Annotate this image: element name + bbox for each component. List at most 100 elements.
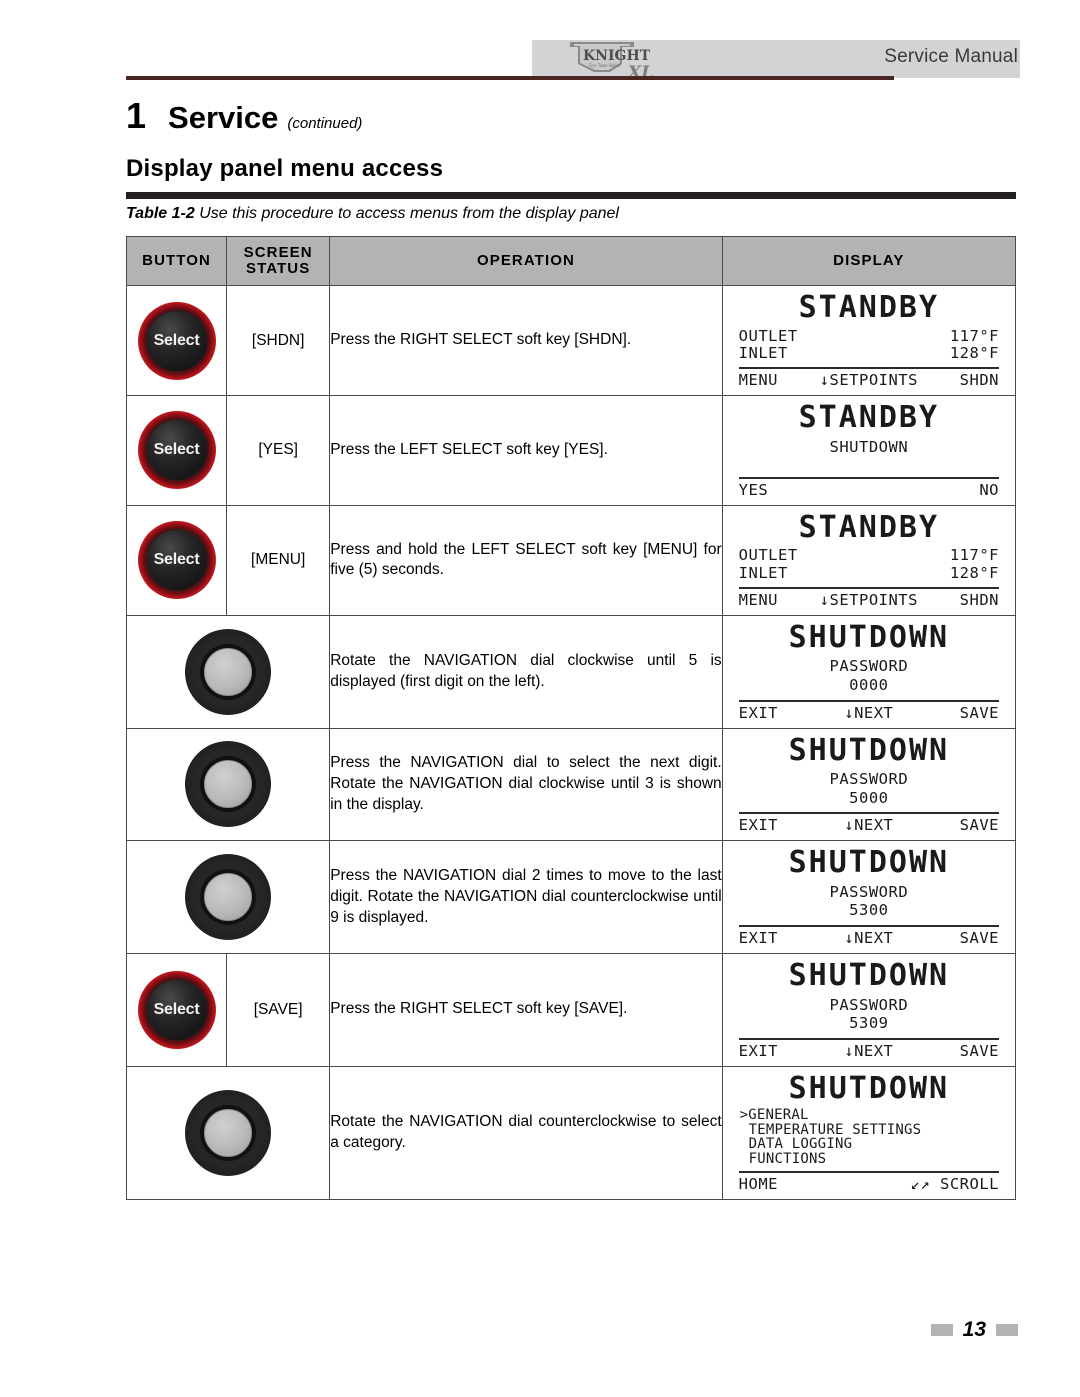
lcd-center-line: 5309 <box>849 1014 889 1033</box>
lcd-status-value: 128°F <box>949 563 999 582</box>
lcd-center-line: PASSWORD <box>829 770 909 789</box>
navigation-dial-hub <box>204 873 253 922</box>
lcd-softkey-bar: EXIT ↓NEXT SAVE <box>735 1042 1003 1060</box>
lcd-softkey[interactable]: EXIT <box>739 704 778 722</box>
lcd-menu-item[interactable]: >GENERAL <box>740 1108 1003 1123</box>
lcd-screen: STANDBY SHUTDOWN YES NO <box>722 396 1015 505</box>
column-header-button: BUTTON <box>125 236 228 286</box>
button-status-cell <box>125 1065 331 1201</box>
lcd-softkey[interactable]: EXIT <box>739 816 778 834</box>
navigation-dial[interactable] <box>185 741 272 828</box>
lcd-menu-item[interactable]: TEMPERATURE SETTINGS <box>749 1123 1003 1138</box>
select-button[interactable]: Select <box>137 521 216 600</box>
lcd-status-label: INLET <box>738 563 788 582</box>
lcd-body: OUTLET 117°F INLET 128°F <box>735 546 1003 582</box>
table-header-row: BUTTON SCREEN STATUS OPERATION DISPLAY <box>125 236 1017 286</box>
lcd-title: SHUTDOWN <box>788 845 950 881</box>
lcd-title: SHUTDOWN <box>788 732 950 768</box>
lcd-softkey[interactable]: SAVE <box>960 816 999 834</box>
select-button[interactable]: Select <box>137 970 216 1049</box>
select-button[interactable]: Select <box>137 411 216 490</box>
lcd-status-label: OUTLET <box>738 546 798 565</box>
lcd-menu-item[interactable]: FUNCTIONS <box>749 1152 1003 1167</box>
lcd-softkey[interactable]: SHDN <box>960 371 999 389</box>
lcd-softkey[interactable]: MENU <box>739 371 778 389</box>
operation-cell: Press the RIGHT SELECT soft key [SHDN]. <box>329 284 723 397</box>
display-cell: SHUTDOWN PASSWORD 5300 EXIT ↓NEXT SAVE <box>721 840 1017 954</box>
navigation-dial[interactable] <box>185 628 272 715</box>
lcd-status-value: 128°F <box>949 343 999 362</box>
lcd-softkey[interactable]: EXIT <box>739 1042 778 1060</box>
lcd-softkey[interactable]: HOME <box>739 1175 778 1193</box>
lcd-separator <box>738 586 999 589</box>
lcd-title: STANDBY <box>798 400 940 436</box>
lcd-title: SHUTDOWN <box>788 958 950 993</box>
column-header-screen-status-line2: STATUS <box>245 260 311 277</box>
page-number: 13 <box>962 1318 986 1341</box>
lcd-center-line: SHUTDOWN <box>829 437 909 456</box>
lcd-softkey[interactable]: ↓SETPOINTS <box>820 371 918 389</box>
lcd-softkey[interactable]: NO <box>979 481 999 499</box>
lcd-screen: SHUTDOWN PASSWORD 5309 EXIT ↓NEXT SAVE <box>722 954 1015 1066</box>
select-button[interactable]: Select <box>137 301 216 380</box>
lcd-softkey[interactable]: ↓NEXT <box>844 704 893 722</box>
select-button-label: Select <box>153 441 200 459</box>
page-title: Display panel menu access <box>126 155 444 182</box>
section-divider <box>126 192 1016 199</box>
lcd-softkey[interactable]: ↓NEXT <box>844 929 893 947</box>
footer-bar-right <box>996 1324 1018 1336</box>
navigation-dial[interactable] <box>185 1090 272 1177</box>
lcd-softkey[interactable]: ↓NEXT <box>844 1042 893 1060</box>
table-row: Press the NAVIGATION dial 2 times to mov… <box>125 840 1017 954</box>
display-cell: SHUTDOWN >GENERAL TEMPERATURE SETTINGS DATA… <box>721 1065 1017 1201</box>
lcd-softkey[interactable]: ↙↗ SCROLL <box>911 1175 1000 1193</box>
knight-xl-logo-icon: KNIGHT Fire Tube Boiler XL <box>564 38 672 80</box>
procedure-table: BUTTON SCREEN STATUS OPERATION DISPLAY S… <box>125 236 1017 1201</box>
lcd-softkey[interactable]: EXIT <box>739 929 778 947</box>
table-caption-label: Table 1-2 <box>126 205 195 222</box>
lcd-softkey[interactable]: YES <box>739 481 769 499</box>
lcd-screen: SHUTDOWN >GENERAL TEMPERATURE SETTINGS DATA… <box>722 1066 1015 1200</box>
header-rule <box>126 76 894 80</box>
button-cell: Select <box>125 395 228 506</box>
navigation-dial[interactable] <box>185 854 272 941</box>
lcd-status-row: OUTLET 117°F <box>735 326 1003 345</box>
lcd-softkey[interactable]: SAVE <box>960 1042 999 1060</box>
lcd-softkey[interactable]: ↓NEXT <box>844 816 893 834</box>
lcd-center-line: PASSWORD <box>829 882 909 901</box>
button-cell: Select <box>125 504 228 616</box>
lcd-status-row: OUTLET 117°F <box>735 546 1003 565</box>
lcd-center-line: 5300 <box>849 901 889 920</box>
table-row: Rotate the NAVIGATION dial counterclockw… <box>125 1065 1017 1201</box>
operation-cell: Press the NAVIGATION dial 2 times to mov… <box>329 840 723 954</box>
lcd-separator <box>738 699 999 702</box>
lcd-softkey-bar: EXIT ↓NEXT SAVE <box>735 929 1003 947</box>
navigation-dial-hub <box>204 1109 253 1158</box>
lcd-status-row: INLET 128°F <box>735 563 1003 582</box>
lcd-screen: SHUTDOWN PASSWORD 0000 EXIT ↓NEXT SAVE <box>722 615 1015 728</box>
lcd-status-row: INLET 128°F <box>735 343 1003 362</box>
lcd-menu-item[interactable]: DATA LOGGING <box>749 1137 1003 1152</box>
lcd-softkey[interactable]: MENU <box>739 591 778 609</box>
table-caption: Table 1-2 Use this procedure to access m… <box>126 205 619 223</box>
lcd-menu-list: >GENERAL TEMPERATURE SETTINGS DATA LOGGING… <box>735 1108 1003 1166</box>
page-header: KNIGHT Fire Tube Boiler XL Service Manua… <box>0 0 1080 80</box>
lcd-softkey[interactable]: SAVE <box>960 929 999 947</box>
lcd-softkey[interactable]: ↓SETPOINTS <box>820 591 918 609</box>
lcd-softkey[interactable]: SAVE <box>960 704 999 722</box>
operation-cell: Press and hold the LEFT SELECT soft key … <box>329 504 723 616</box>
display-cell: SHUTDOWN PASSWORD 0000 EXIT ↓NEXT SAVE <box>721 614 1017 729</box>
chapter-word: Service <box>168 100 279 135</box>
column-header-screen-status-line1: SCREEN <box>243 243 313 261</box>
lcd-softkey-bar: HOME ↙↗ SCROLL <box>735 1175 1003 1193</box>
lcd-body: PASSWORD 0000 <box>735 657 1003 694</box>
svg-text:Fire Tube Boiler: Fire Tube Boiler <box>589 63 621 68</box>
table-row: Press the NAVIGATION dial to select the … <box>125 727 1017 842</box>
screen-status-cell: [MENU] <box>226 504 331 616</box>
lcd-status-label: OUTLET <box>738 326 798 345</box>
display-cell: STANDBY OUTLET 117°F INLET 128°F MENU ↓SETPOIN… <box>721 504 1017 616</box>
lcd-softkey[interactable]: SHDN <box>960 591 999 609</box>
lcd-softkey-bar: EXIT ↓NEXT SAVE <box>735 816 1003 834</box>
table-row: Select [MENU] Press and hold the LEFT SELE… <box>125 504 1017 616</box>
table-row: Select [SAVE] Press the RIGHT SELECT soft … <box>125 953 1017 1067</box>
